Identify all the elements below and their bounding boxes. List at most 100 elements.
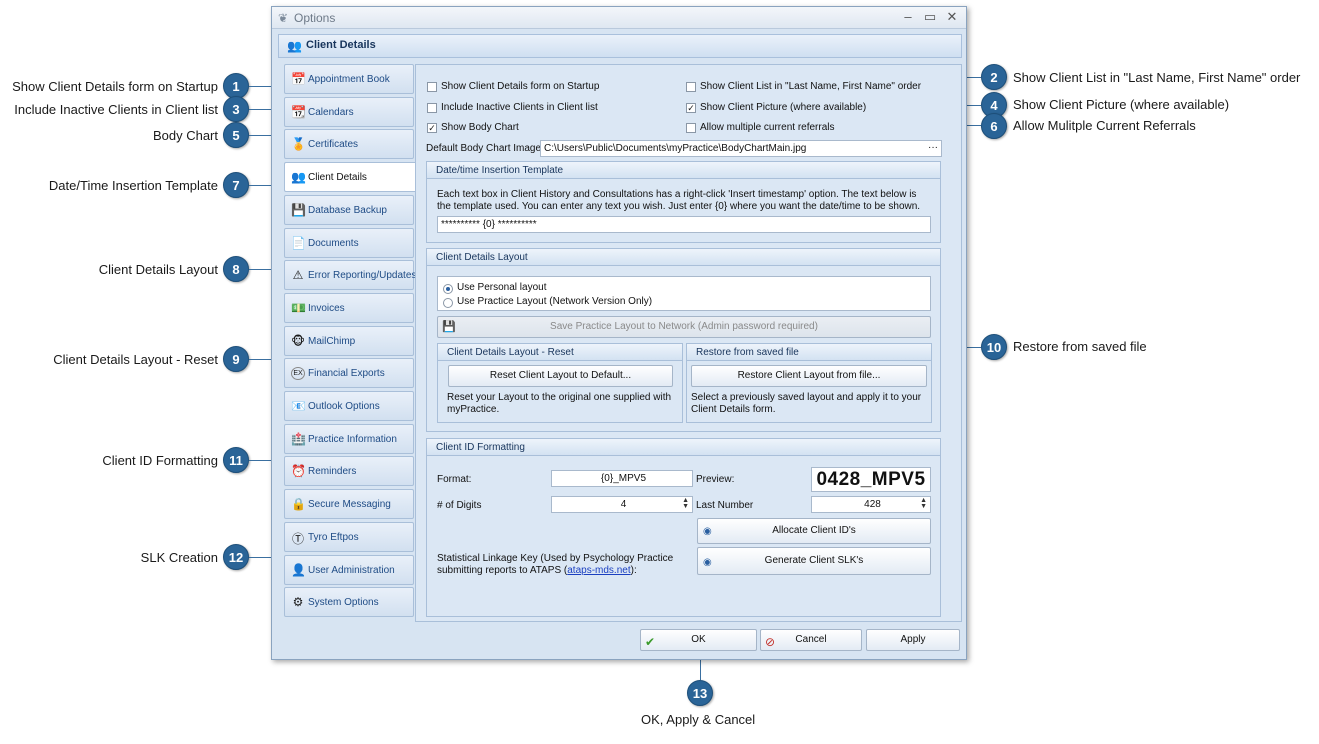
tab-calendars[interactable]: 📆 Calendars: [284, 96, 414, 127]
callout-badge-12: 12: [223, 544, 249, 570]
show-picture-checkbox[interactable]: ✓: [686, 103, 696, 113]
restore-layout-button[interactable]: Restore Client Layout from file...: [691, 365, 927, 387]
tab-label: Appointment Book: [308, 74, 390, 85]
client-id-format-title: Client ID Formatting: [427, 439, 940, 456]
tab-appointment-book[interactable]: 📅 Appointment Book: [284, 64, 414, 94]
tab-label: Secure Messaging: [308, 499, 391, 511]
calendar-book-icon: 📅: [291, 72, 306, 86]
client-layout-group: Client Details Layout Use Personal layou…: [426, 248, 941, 432]
tab-label: Client Details: [308, 172, 367, 184]
generate-slk-label: Generate Client SLK's: [764, 555, 864, 566]
tab-label: Certificates: [308, 139, 359, 151]
clients-icon: 👥: [291, 170, 306, 185]
callout-badge-9: 9: [223, 346, 249, 372]
browse-button[interactable]: ···: [928, 142, 938, 153]
tab-label: Calendars: [308, 106, 354, 118]
ataps-link[interactable]: ataps-mds.net: [567, 565, 630, 576]
save-practice-layout-label: Save Practice Layout to Network (Admin p…: [550, 321, 818, 332]
allocate-client-ids-button[interactable]: ◉ Allocate Client ID's: [697, 518, 931, 544]
practice-layout-radio[interactable]: [443, 298, 453, 308]
calendar-icon: 📆: [291, 104, 306, 119]
mailchimp-icon: 🐵: [291, 333, 305, 348]
datetime-template-title: Date/time Insertion Template: [427, 162, 940, 179]
client-layout-title: Client Details Layout: [427, 249, 940, 266]
apply-label: Apply: [900, 634, 926, 645]
callout-badge-6: 6: [981, 113, 1007, 139]
tab-label: Outlook Options: [308, 401, 380, 412]
callout-label-1: Show Client Details form on Startup: [12, 79, 218, 94]
allocate-icon: ◉: [703, 526, 712, 537]
last-first-order-checkbox[interactable]: [686, 82, 696, 92]
personal-layout-radio[interactable]: [443, 284, 453, 294]
datetime-template-input[interactable]: ********** {0} **********: [437, 216, 931, 233]
tab-invoices[interactable]: 💵 Invoices: [284, 292, 414, 323]
maximize-button[interactable]: ▭: [922, 9, 938, 25]
restore-layout-description: Select a previously saved layout and app…: [691, 392, 922, 415]
last-number-label: Last Number: [696, 500, 754, 511]
body-chart-path-value: C:\Users\Public\Documents\myPractice\Bod…: [544, 143, 807, 154]
last-number-spin-icon[interactable]: ▲ ▼: [920, 497, 927, 510]
tab-tyro-eftpos[interactable]: Ⓣ Tyro Eftpos: [284, 521, 414, 552]
body-chart-path-field[interactable]: C:\Users\Public\Documents\myPractice\Bod…: [540, 140, 942, 157]
user-admin-icon: 👤: [291, 562, 306, 577]
digits-spin-icon[interactable]: ▲ ▼: [682, 497, 689, 510]
minimize-button[interactable]: –: [900, 9, 916, 25]
callout-label-10: Restore from saved file: [1013, 339, 1147, 354]
format-input[interactable]: {0}_MPV5: [551, 470, 693, 487]
tab-documents[interactable]: 📄 Documents: [284, 227, 414, 258]
close-button[interactable]: ✕: [944, 9, 960, 25]
tab-secure-messaging[interactable]: 🔒 Secure Messaging: [284, 489, 414, 520]
client-details-pane: Show Client Details form on Startup Incl…: [415, 64, 962, 622]
ok-label: OK: [691, 634, 706, 645]
digits-stepper[interactable]: 4 ▲ ▼: [551, 496, 693, 513]
tab-error-reporting-updates[interactable]: ⚠ Error Reporting/Updates: [284, 260, 417, 291]
layout-reset-title: Client Details Layout - Reset: [438, 344, 682, 361]
include-inactive-label: Include Inactive Clients in Client list: [441, 102, 598, 113]
callout-badge-10: 10: [981, 334, 1007, 360]
tab-practice-information[interactable]: 🏥 Practice Information: [284, 423, 414, 454]
tab-user-administration[interactable]: 👤 User Administration: [284, 554, 414, 585]
format-label: Format:: [437, 474, 472, 485]
multiple-referrals-checkbox[interactable]: [686, 123, 696, 133]
tab-outlook-options[interactable]: 📧 Outlook Options: [284, 391, 414, 421]
callout-badge-8: 8: [223, 256, 249, 282]
generate-slk-button[interactable]: ◉ Generate Client SLK's: [697, 547, 931, 575]
section-header: 👥 Client Details: [278, 34, 962, 58]
save-practice-layout-button[interactable]: 💾 Save Practice Layout to Network (Admin…: [437, 316, 931, 338]
last-number-value: 428: [864, 499, 881, 510]
title-bar[interactable]: ❦ Options – ▭ ✕: [272, 7, 966, 29]
callout-line-13: [700, 660, 701, 680]
show-body-chart-checkbox[interactable]: ✓: [427, 123, 437, 133]
secure-message-icon: 🔒: [291, 497, 306, 512]
show-on-startup-checkbox[interactable]: [427, 82, 437, 92]
system-options-icon: ⚙: [292, 595, 304, 610]
tab-mailchimp[interactable]: 🐵 MailChimp: [284, 325, 414, 356]
show-body-chart-label: Show Body Chart: [441, 122, 519, 133]
tab-label: Error Reporting/Updates: [308, 270, 417, 282]
callout-badge-3: 3: [223, 96, 249, 122]
ok-button[interactable]: ✔ OK: [640, 629, 757, 651]
datetime-template-description: Each text box in Client History and Cons…: [437, 189, 921, 212]
reset-layout-button[interactable]: Reset Client Layout to Default...: [448, 365, 673, 387]
client-id-preview: 0428_MPV5: [811, 467, 931, 492]
layout-reset-group: Client Details Layout - Reset Reset Clie…: [437, 343, 683, 423]
database-backup-icon: 💾: [291, 202, 306, 217]
tab-reminders[interactable]: ⏰ Reminders: [284, 456, 414, 487]
cancel-button[interactable]: ⊘ Cancel: [760, 629, 862, 651]
tab-database-backup[interactable]: 💾 Database Backup: [284, 194, 414, 225]
tab-financial-exports[interactable]: EX Financial Exports: [284, 358, 414, 389]
tab-system-options[interactable]: ⚙ System Options: [284, 587, 414, 618]
app-bird-icon: ❦: [278, 11, 289, 25]
apply-button[interactable]: Apply: [866, 629, 960, 651]
tab-client-details[interactable]: 👥 Client Details: [284, 162, 418, 193]
restore-layout-title: Restore from saved file: [687, 344, 931, 361]
callout-label-6: Allow Mulitple Current Referrals: [1013, 118, 1196, 133]
tab-certificates[interactable]: 🏅 Certificates: [284, 129, 414, 160]
tab-label: Documents: [308, 237, 359, 249]
callout-label-5: Body Chart: [152, 128, 218, 143]
callout-badge-11: 11: [223, 447, 249, 473]
include-inactive-checkbox[interactable]: [427, 103, 437, 113]
tyro-icon: Ⓣ: [291, 531, 304, 546]
tab-label: MailChimp: [308, 335, 356, 347]
last-number-stepper[interactable]: 428 ▲ ▼: [811, 496, 931, 513]
